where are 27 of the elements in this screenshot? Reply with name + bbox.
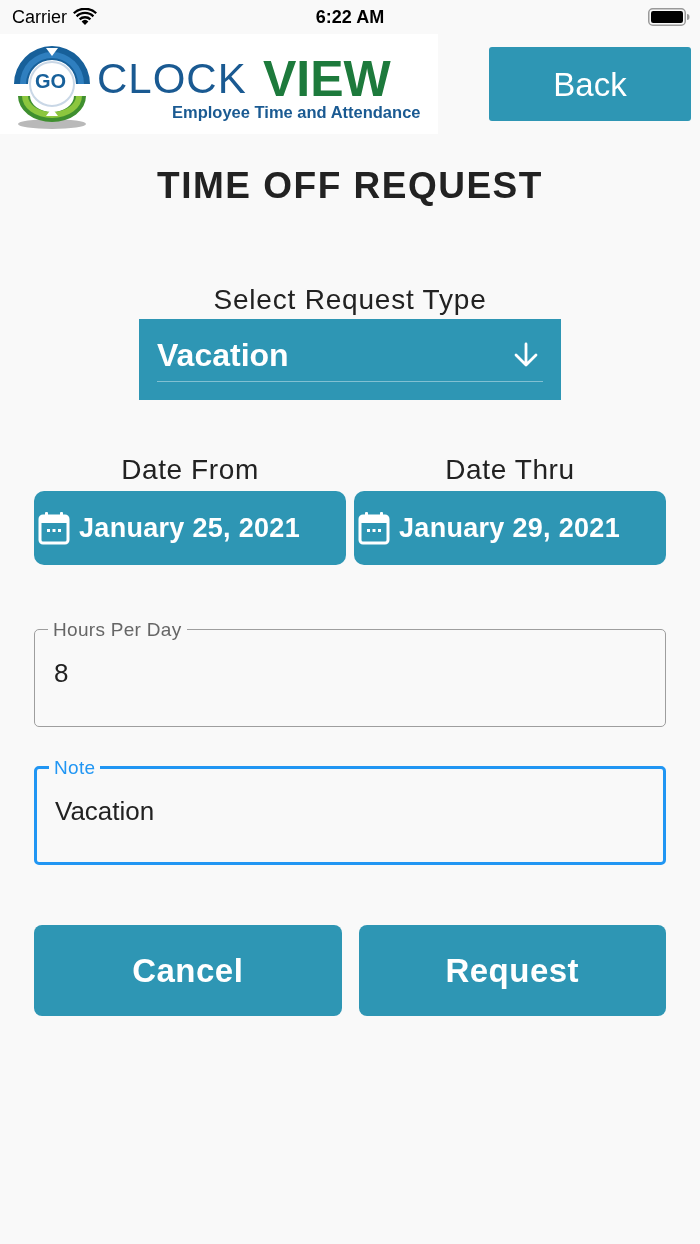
page-title: TIME OFF REQUEST	[157, 167, 543, 204]
carrier-name: Carrier	[12, 8, 67, 26]
logo-badge-text: GO	[35, 71, 67, 91]
date-label: Date From	[121, 456, 259, 484]
field-label: Note	[53, 758, 97, 777]
request-type-dropdown[interactable]: Vacation	[139, 319, 561, 400]
request-type-label: Select Request Type	[213, 286, 487, 314]
arrow-down-icon	[513, 342, 539, 368]
logo-wordmark: CLOCK	[97, 58, 247, 100]
date-picker-button[interactable]: January 29, 2021	[354, 491, 666, 565]
field-value: 8	[54, 660, 69, 686]
field-label: Hours Per Day	[52, 620, 183, 639]
date-label: Date Thru	[445, 456, 575, 484]
request-button[interactable]: Request	[358, 925, 666, 1016]
date-picker-button[interactable]: January 25, 2021	[34, 491, 346, 565]
text-input-field[interactable]: Note Vacation	[34, 758, 666, 865]
calendar-icon	[358, 511, 390, 545]
logo-tagline: Employee Time and Attendance	[172, 104, 421, 121]
cancel-button[interactable]: Cancel	[34, 925, 342, 1016]
battery-icon	[648, 8, 690, 26]
text-input-field[interactable]: Hours Per Day 8	[34, 620, 666, 727]
calendar-icon	[38, 511, 70, 545]
back-button[interactable]: Back	[489, 47, 691, 121]
logo-wordmark-emphasis: VIEW	[263, 54, 391, 104]
wifi-icon	[73, 8, 97, 26]
status-time: 6:22 AM	[315, 8, 385, 26]
field-value: Vacation	[55, 798, 155, 824]
